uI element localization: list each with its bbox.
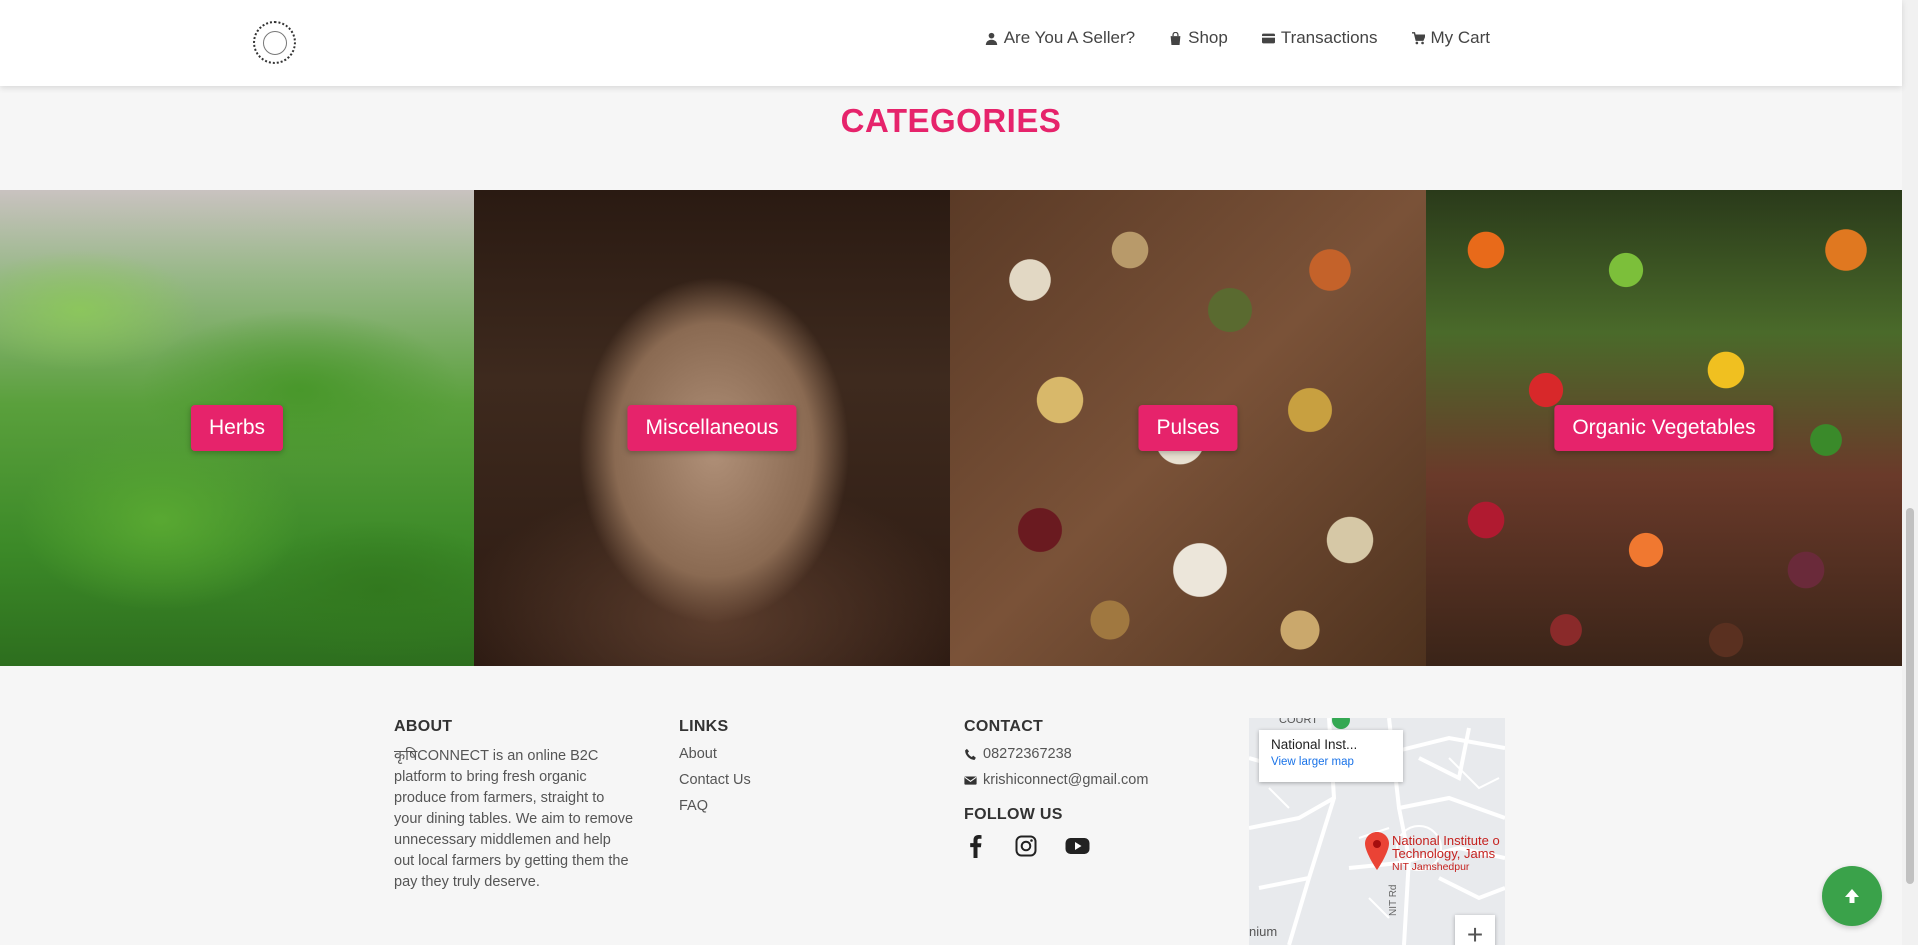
category-button-miscellaneous[interactable]: Miscellaneous [627,405,797,451]
follow-heading: FOLLOW US [964,806,1063,823]
category-button-herbs[interactable]: Herbs [190,405,284,451]
footer-link-faq[interactable]: FAQ [679,798,751,814]
category-button-organic-vegetables[interactable]: Organic Vegetables [1554,405,1774,451]
map-edge-label: nium [1249,924,1278,939]
category-tile-miscellaneous[interactable]: Miscellaneous [474,190,950,666]
map-info-card: National Inst... View larger map [1259,730,1403,782]
nav-transactions-label: Transactions [1280,28,1378,47]
map-top-label: COURT [1279,718,1318,726]
footer-links: LINKS About Contact Us FAQ [679,718,751,824]
contact-heading: CONTACT [964,718,1044,735]
category-tile-pulses[interactable]: Pulses [950,190,1426,666]
map-marker-label-line2: Technology, Jams [1392,846,1496,861]
back-to-top-button[interactable] [1822,866,1882,926]
contact-email[interactable]: krishiconnect@gmail.com [964,772,1148,788]
nav-transactions[interactable]: Transactions [1261,28,1378,48]
category-tile-organic-vegetables[interactable]: Organic Vegetables [1426,190,1902,666]
nav-seller-label: Are You A Seller? [1003,28,1136,47]
arrow-up-icon [1845,889,1859,903]
location-map[interactable]: COURT NIT Rd National Inst... View large… [1249,718,1505,945]
view-larger-map-link[interactable]: View larger map [1271,756,1391,768]
nav-shop[interactable]: Shop [1169,28,1228,48]
scrollbar-thumb[interactable] [1906,508,1914,884]
instagram-icon[interactable] [1014,834,1038,858]
nav-cart-label: My Cart [1430,28,1491,47]
facebook-icon[interactable] [964,834,988,858]
bag-icon [1170,31,1181,45]
footer-about: ABOUT कृषिCONNECT is an online B2C platf… [394,718,634,893]
social-links [964,834,1148,858]
cart-icon [1411,31,1425,44]
footer-link-contact-us[interactable]: Contact Us [679,772,751,788]
user-icon [985,32,997,45]
about-heading: ABOUT [394,718,453,735]
footer-contact: CONTACT 08272367238 krishiconnect@gmail.… [964,718,1148,858]
contact-phone[interactable]: 08272367238 [964,746,1148,762]
phone-icon [965,748,976,760]
map-zoom-in-button[interactable]: + [1455,915,1495,945]
krishiconnect-logo[interactable] [253,21,296,64]
categories-grid: Herbs Miscellaneous Pulses Organic Veget… [0,190,1902,666]
nav-cart[interactable]: My Cart [1411,28,1491,48]
map-marker-sub: NIT Jamshedpur [1392,861,1470,873]
about-text: कृषिCONNECT is an online B2C platform to… [394,748,634,890]
logo-emblem [262,30,287,55]
envelope-icon [964,775,977,785]
map-road-label: NIT Rd [1388,885,1399,917]
category-button-pulses[interactable]: Pulses [1138,405,1238,451]
map-pin-icon[interactable] [1365,832,1389,870]
site-header: Are You A Seller? Shop Transactions My C… [0,0,1902,86]
youtube-icon[interactable] [1064,834,1091,858]
footer-link-about[interactable]: About [679,746,751,762]
map-place-title: National Inst... [1271,737,1358,752]
category-tile-herbs[interactable]: Herbs [0,190,474,666]
contact-email-text: krishiconnect@gmail.com [983,772,1149,788]
links-heading: LINKS [679,718,729,735]
page-scrollbar[interactable] [1902,0,1918,945]
card-icon [1261,33,1275,43]
contact-phone-text: 08272367238 [983,746,1072,762]
categories-title: CATEGORIES [840,102,1062,139]
nav-seller[interactable]: Are You A Seller? [985,28,1135,48]
map-marker-label: National Institute o Technology, Jams [1392,834,1500,860]
main-nav: Are You A Seller? Shop Transactions My C… [985,28,1490,48]
nav-shop-label: Shop [1188,28,1228,47]
